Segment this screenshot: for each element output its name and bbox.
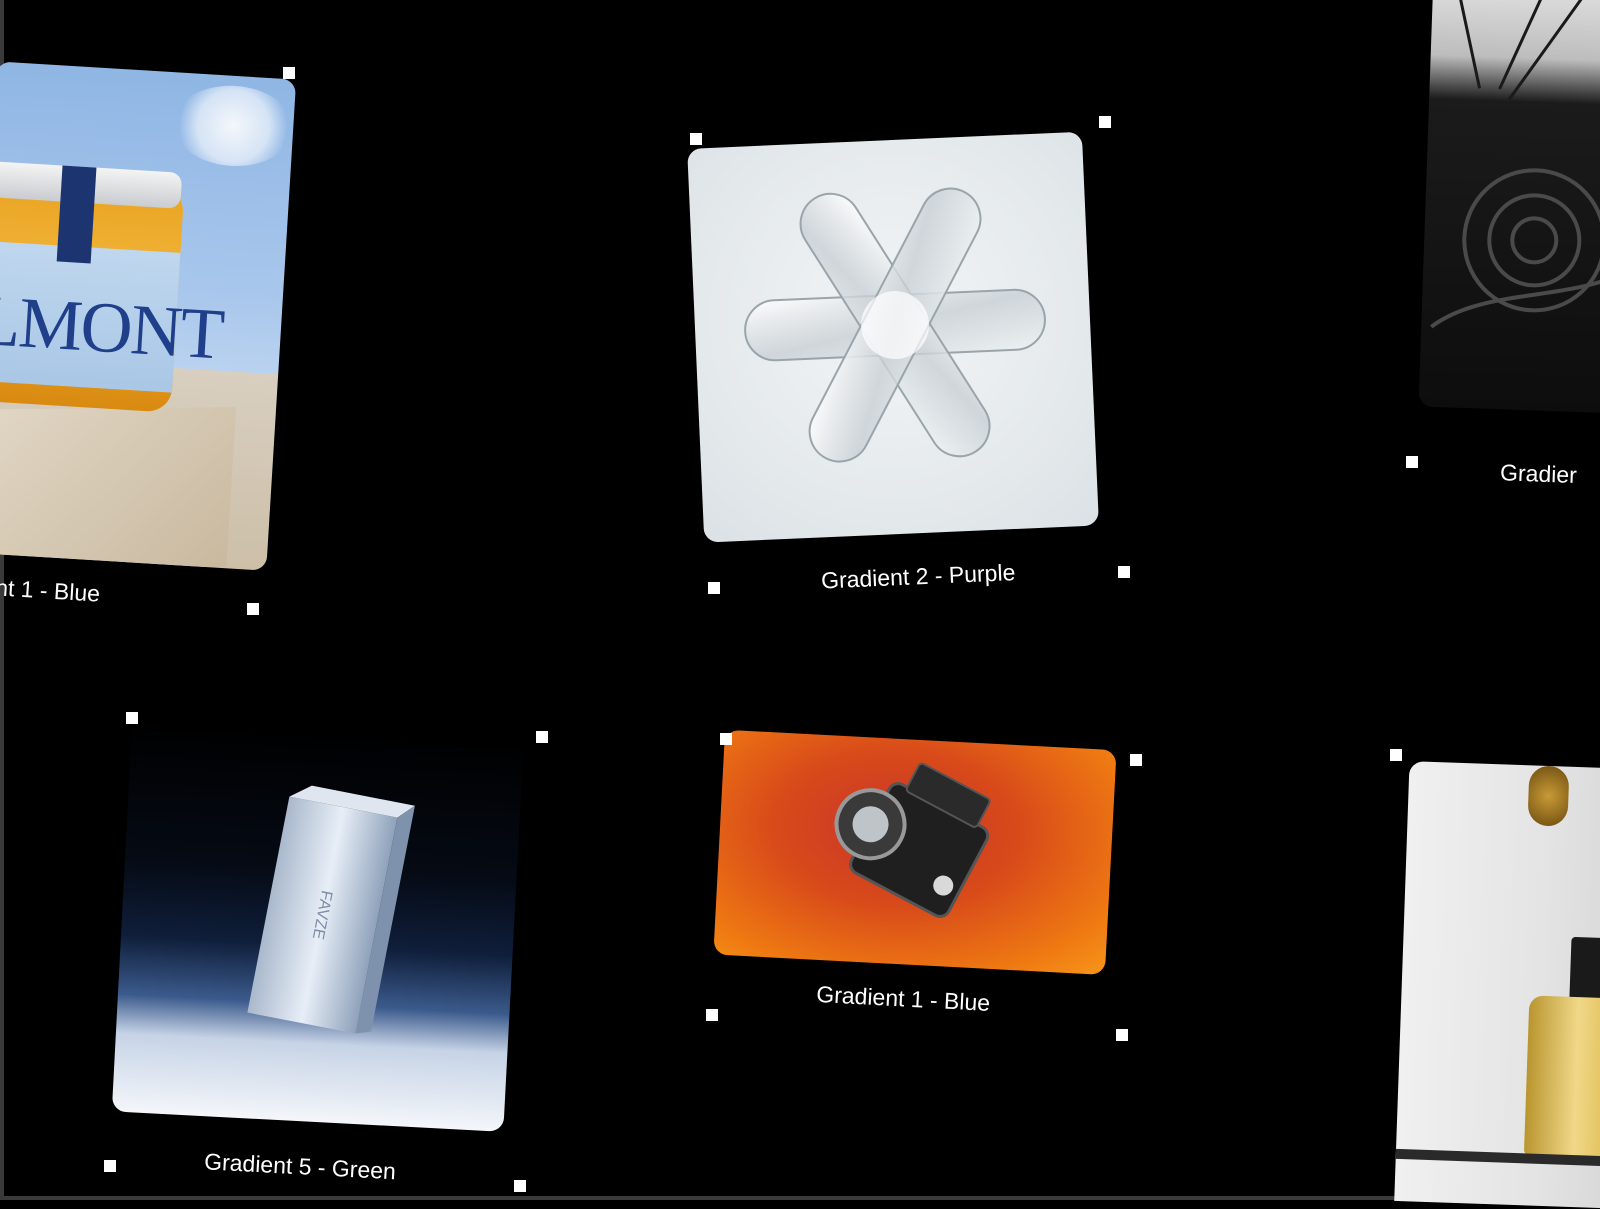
perfume-bottle — [1523, 995, 1600, 1160]
selection-handle[interactable] — [720, 733, 732, 745]
selection-handle[interactable] — [706, 1009, 718, 1021]
selection-handle[interactable] — [1099, 116, 1111, 128]
artboard-card-camera[interactable]: Gradient 1 - Blue — [709, 729, 1124, 1051]
selection-handle[interactable] — [126, 712, 138, 724]
artboard-label[interactable]: Gradient 1 - Blue — [816, 981, 991, 1017]
selection-handle[interactable] — [708, 582, 720, 594]
artboard-label[interactable]: Gradient 5 - Green — [204, 1148, 397, 1185]
jar-tag — [56, 165, 97, 264]
selection-handle[interactable] — [536, 731, 548, 743]
glass-ornament — [1527, 765, 1570, 827]
camera-icon — [834, 762, 991, 918]
artboard-card-glass-asterisk[interactable]: Gradient 2 - Purple — [687, 131, 1107, 608]
stone-block — [0, 407, 237, 570]
cloud-shape — [170, 82, 296, 170]
bottle-cap — [1569, 936, 1600, 1003]
selection-handle[interactable] — [1116, 1029, 1128, 1041]
selection-handle[interactable] — [690, 133, 702, 145]
artboard-card-perfume[interactable] — [1394, 761, 1600, 1209]
jar-brand-text: LMONT — [0, 279, 225, 375]
selection-handle[interactable] — [1130, 754, 1142, 766]
artboard-label[interactable]: dient 1 - Blue — [0, 572, 101, 607]
selection-handle[interactable] — [514, 1180, 526, 1192]
artboard-image-favze-box[interactable]: FAVZE — [111, 719, 524, 1132]
artboard-card-favze-box[interactable]: FAVZE Gradient 5 - Green — [108, 719, 532, 1200]
artboard-image-honey-jar[interactable]: LMONT — [0, 61, 297, 571]
artboard-label[interactable]: Gradient 2 - Purple — [821, 559, 1016, 594]
artboard-image-perfume[interactable] — [1394, 761, 1600, 1209]
selection-handle[interactable] — [1390, 749, 1402, 761]
artboard-image-glass-asterisk[interactable] — [687, 131, 1099, 543]
bike-gears-shape — [1430, 0, 1600, 329]
box-package-shape: FAVZE — [247, 785, 415, 1034]
artboard-image-bike[interactable] — [1418, 0, 1600, 414]
artboard-card-bike[interactable]: Gradier — [1416, 0, 1600, 488]
artboard-card-honey-jar[interactable]: LMONT dient 1 - Blue — [0, 61, 297, 618]
selection-handle[interactable] — [104, 1160, 116, 1172]
artboard-label[interactable]: Gradier — [1500, 459, 1578, 489]
glass-asterisk-icon — [744, 187, 1046, 463]
selection-handle[interactable] — [1118, 566, 1130, 578]
selection-handle[interactable] — [1406, 456, 1418, 468]
artboard-image-camera[interactable] — [713, 729, 1117, 975]
selection-handle[interactable] — [247, 603, 259, 615]
selection-handle[interactable] — [283, 67, 295, 79]
